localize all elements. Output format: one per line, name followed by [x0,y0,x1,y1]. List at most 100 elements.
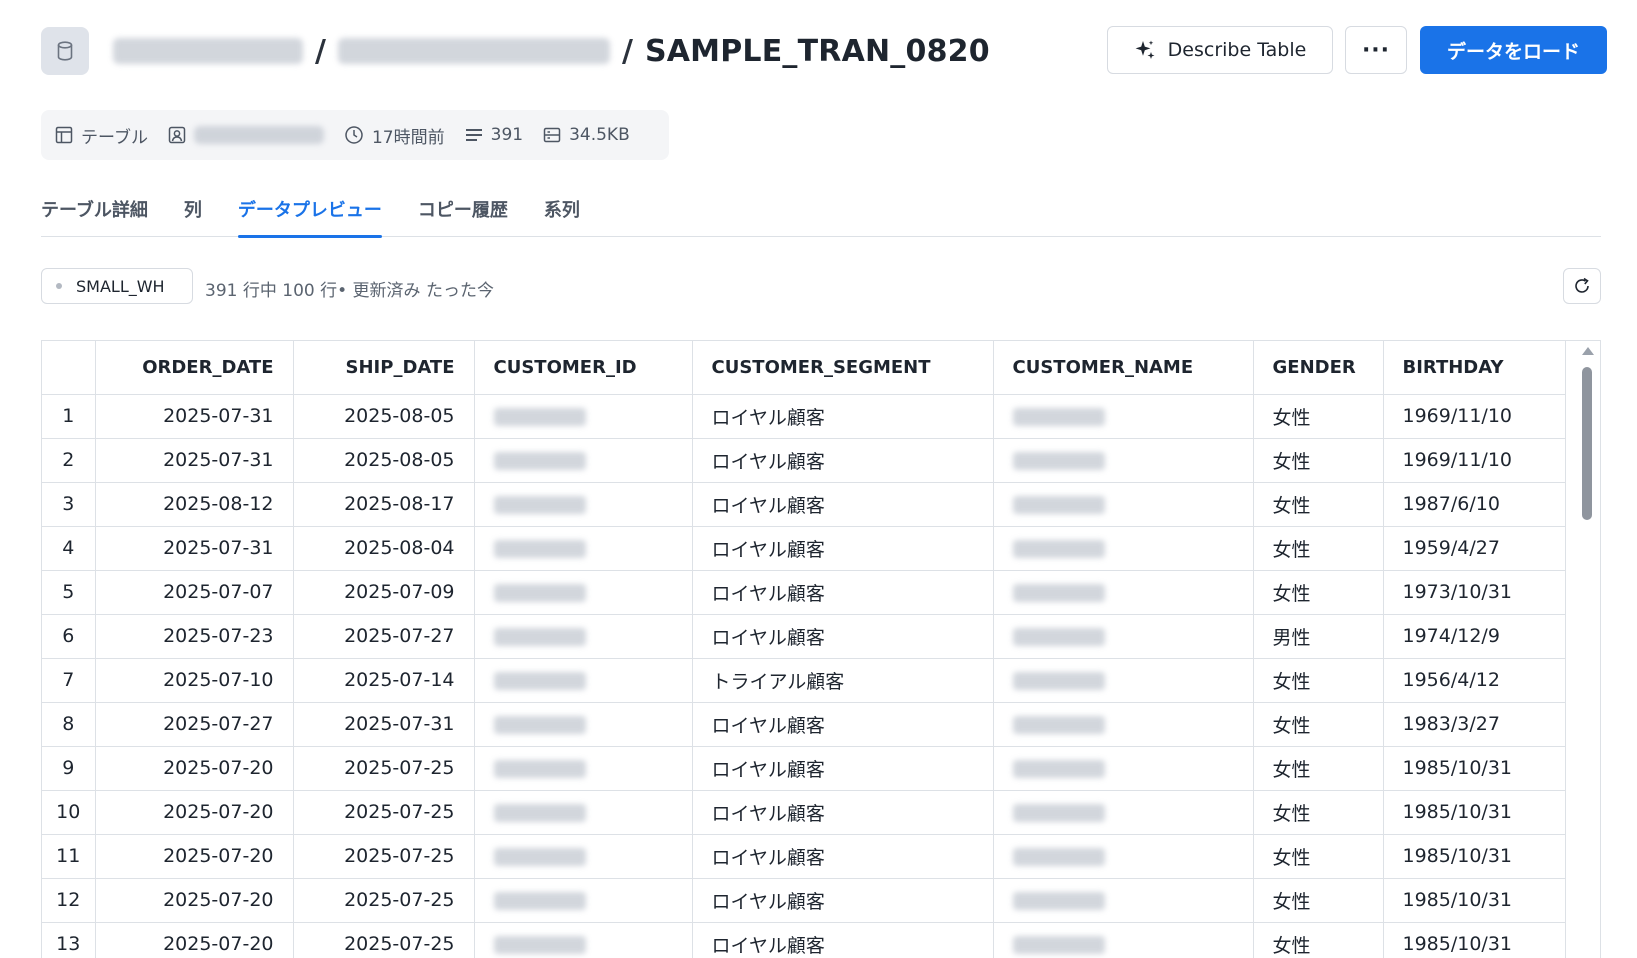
tab-lineage[interactable]: 系列 [544,190,580,237]
cell-customer-id[interactable] [474,746,693,791]
cell-gender[interactable]: 女性 [1253,526,1384,571]
cell-customer-name[interactable] [993,878,1254,923]
cell-ship-date[interactable]: 2025-07-25 [293,746,475,791]
cell-birthday[interactable]: 1985/10/31 [1383,790,1566,835]
cell-order-date[interactable]: 2025-07-23 [95,614,294,659]
cell-order-date[interactable]: 2025-07-07 [95,570,294,615]
cell-customer-id[interactable] [474,482,693,527]
cell-customer-segment[interactable]: ロイヤル顧客 [692,438,994,483]
scrollbar-thumb[interactable] [1582,367,1592,520]
cell-customer-segment[interactable]: ロイヤル顧客 [692,922,994,958]
table-row[interactable]: 10 2025-07-20 2025-07-25 ロイヤル顧客 女性 1985/10/31 [42,790,1566,835]
cell-gender[interactable]: 男性 [1253,614,1384,659]
cell-order-date[interactable]: 2025-07-27 [95,702,294,747]
cell-birthday[interactable]: 1985/10/31 [1383,878,1566,923]
cell-row-index[interactable]: 11 [42,834,96,879]
cell-order-date[interactable]: 2025-07-20 [95,878,294,923]
cell-gender[interactable]: 女性 [1253,394,1384,439]
cell-customer-name[interactable] [993,394,1254,439]
cell-birthday[interactable]: 1969/11/10 [1383,394,1566,439]
column-header-customer-segment[interactable]: CUSTOMER_SEGMENT [692,341,994,395]
cell-row-index[interactable]: 7 [42,658,96,703]
cell-customer-name[interactable] [993,790,1254,835]
cell-ship-date[interactable]: 2025-07-31 [293,702,475,747]
cell-gender[interactable]: 女性 [1253,438,1384,483]
cell-gender[interactable]: 女性 [1253,658,1384,703]
cell-gender[interactable]: 女性 [1253,834,1384,879]
cell-ship-date[interactable]: 2025-08-04 [293,526,475,571]
cell-ship-date[interactable]: 2025-08-05 [293,438,475,483]
cell-ship-date[interactable]: 2025-07-25 [293,834,475,879]
cell-ship-date[interactable]: 2025-07-25 [293,790,475,835]
table-row[interactable]: 3 2025-08-12 2025-08-17 ロイヤル顧客 女性 1987/6/10 [42,482,1566,527]
cell-row-index[interactable]: 4 [42,526,96,571]
cell-customer-name[interactable] [993,482,1254,527]
cell-order-date[interactable]: 2025-07-31 [95,394,294,439]
cell-order-date[interactable]: 2025-08-12 [95,482,294,527]
column-header-customer-name[interactable]: CUSTOMER_NAME [993,341,1254,395]
cell-ship-date[interactable]: 2025-08-05 [293,394,475,439]
cell-customer-name[interactable] [993,702,1254,747]
cell-row-index[interactable]: 13 [42,922,96,958]
cell-order-date[interactable]: 2025-07-20 [95,922,294,958]
column-header-ship-date[interactable]: SHIP_DATE [293,341,475,395]
refresh-button[interactable] [1563,268,1601,304]
cell-customer-id[interactable] [474,570,693,615]
cell-birthday[interactable]: 1985/10/31 [1383,746,1566,791]
cell-gender[interactable]: 女性 [1253,746,1384,791]
table-row[interactable]: 13 2025-07-20 2025-07-25 ロイヤル顧客 女性 1985/10/31 [42,922,1566,958]
tab-copy-history[interactable]: コピー履歴 [418,190,508,237]
cell-customer-name[interactable] [993,526,1254,571]
cell-birthday[interactable]: 1985/10/31 [1383,922,1566,958]
cell-ship-date[interactable]: 2025-07-25 [293,878,475,923]
cell-customer-name[interactable] [993,746,1254,791]
table-row[interactable]: 5 2025-07-07 2025-07-09 ロイヤル顧客 女性 1973/10/31 [42,570,1566,615]
cell-row-index[interactable]: 6 [42,614,96,659]
cell-ship-date[interactable]: 2025-07-09 [293,570,475,615]
cell-ship-date[interactable]: 2025-07-14 [293,658,475,703]
cell-row-index[interactable]: 2 [42,438,96,483]
breadcrumb-database[interactable] [113,38,303,64]
cell-customer-id[interactable] [474,658,693,703]
breadcrumb-schema[interactable] [337,38,610,64]
cell-customer-id[interactable] [474,526,693,571]
cell-row-index[interactable]: 10 [42,790,96,835]
table-row[interactable]: 4 2025-07-31 2025-08-04 ロイヤル顧客 女性 1959/4/27 [42,526,1566,571]
cell-customer-segment[interactable]: ロイヤル顧客 [692,702,994,747]
table-row[interactable]: 8 2025-07-27 2025-07-31 ロイヤル顧客 女性 1983/3/27 [42,702,1566,747]
table-row[interactable]: 11 2025-07-20 2025-07-25 ロイヤル顧客 女性 1985/10/31 [42,834,1566,879]
cell-customer-id[interactable] [474,394,693,439]
tab-columns[interactable]: 列 [184,190,202,237]
cell-customer-segment[interactable]: ロイヤル顧客 [692,878,994,923]
cell-birthday[interactable]: 1969/11/10 [1383,438,1566,483]
cell-birthday[interactable]: 1973/10/31 [1383,570,1566,615]
table-row[interactable]: 6 2025-07-23 2025-07-27 ロイヤル顧客 男性 1974/12/9 [42,614,1566,659]
cell-customer-id[interactable] [474,878,693,923]
cell-row-index[interactable]: 12 [42,878,96,923]
load-data-button[interactable]: データをロード [1420,26,1607,74]
vertical-scrollbar[interactable] [1580,341,1594,958]
cell-order-date[interactable]: 2025-07-20 [95,746,294,791]
cell-customer-segment[interactable]: ロイヤル顧客 [692,570,994,615]
cell-customer-name[interactable] [993,570,1254,615]
table-row[interactable]: 1 2025-07-31 2025-08-05 ロイヤル顧客 女性 1969/11/10 [42,394,1566,439]
cell-row-index[interactable]: 3 [42,482,96,527]
cell-customer-id[interactable] [474,702,693,747]
column-header-order-date[interactable]: ORDER_DATE [95,341,294,395]
table-row[interactable]: 2 2025-07-31 2025-08-05 ロイヤル顧客 女性 1969/11/10 [42,438,1566,483]
cell-customer-name[interactable] [993,658,1254,703]
cell-gender[interactable]: 女性 [1253,790,1384,835]
tab-table-details[interactable]: テーブル詳細 [41,190,148,237]
cell-ship-date[interactable]: 2025-07-25 [293,922,475,958]
cell-gender[interactable]: 女性 [1253,570,1384,615]
cell-birthday[interactable]: 1959/4/27 [1383,526,1566,571]
cell-customer-segment[interactable]: トライアル顧客 [692,658,994,703]
cell-customer-id[interactable] [474,614,693,659]
cell-birthday[interactable]: 1974/12/9 [1383,614,1566,659]
table-row[interactable]: 7 2025-07-10 2025-07-14 トライアル顧客 女性 1956/4/12 [42,658,1566,703]
cell-birthday[interactable]: 1956/4/12 [1383,658,1566,703]
column-header-birthday[interactable]: BIRTHDAY [1383,341,1566,395]
cell-order-date[interactable]: 2025-07-31 [95,438,294,483]
cell-customer-segment[interactable]: ロイヤル顧客 [692,790,994,835]
cell-customer-segment[interactable]: ロイヤル顧客 [692,526,994,571]
